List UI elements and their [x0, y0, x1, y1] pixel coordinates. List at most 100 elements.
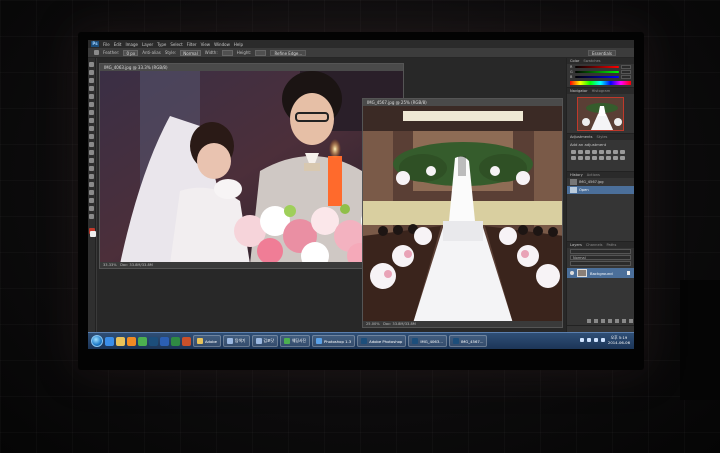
- tab-navigator[interactable]: Navigator: [570, 89, 588, 93]
- red-value-input[interactable]: [621, 64, 631, 69]
- menu-select[interactable]: Select: [170, 42, 182, 47]
- posterize-icon[interactable]: [599, 156, 604, 160]
- zoom-tool-icon[interactable]: [89, 214, 94, 219]
- feather-input[interactable]: 0 px: [123, 49, 139, 56]
- healing-tool-icon[interactable]: [89, 110, 94, 115]
- document-window-aisle[interactable]: IMG_4567.jpg @ 25% (RGB/8) 25.00% Doc: 3…: [362, 98, 563, 328]
- menu-type[interactable]: Type: [157, 42, 166, 47]
- gradient-map-icon[interactable]: [613, 156, 618, 160]
- link-layers-icon[interactable]: [587, 319, 591, 323]
- menu-help[interactable]: Help: [234, 42, 243, 47]
- marquee-tool-icon[interactable]: [89, 70, 94, 75]
- curves-icon[interactable]: [585, 150, 590, 154]
- document-window-couple[interactable]: IMG_4063.jpg @ 33.3% (RGB/8) 33.33% Doc:…: [99, 63, 404, 269]
- start-button[interactable]: [91, 335, 103, 347]
- path-select-tool-icon[interactable]: [89, 190, 94, 195]
- brightness-contrast-icon[interactable]: [571, 150, 576, 154]
- hue-saturation-icon[interactable]: [606, 150, 611, 154]
- explorer-icon[interactable]: [116, 336, 125, 346]
- red-slider[interactable]: [575, 65, 619, 68]
- history-snapshot[interactable]: IMG_4567.jpg: [567, 178, 634, 186]
- word-icon[interactable]: [160, 336, 169, 346]
- green-value-input[interactable]: [621, 69, 631, 74]
- background-color-swatch[interactable]: [90, 231, 96, 237]
- blue-value-input[interactable]: [621, 74, 631, 79]
- tab-histogram[interactable]: Histogram: [592, 89, 611, 93]
- blue-slider[interactable]: [575, 75, 619, 78]
- zoom-readout[interactable]: 25.00%: [366, 322, 380, 326]
- menu-image[interactable]: Image: [125, 42, 138, 47]
- taskbar-btn-adobe[interactable]: Adobe: [193, 335, 222, 347]
- lock-controls[interactable]: [570, 261, 631, 266]
- eye-icon[interactable]: [570, 271, 574, 275]
- quick-select-tool-icon[interactable]: [89, 86, 94, 91]
- threshold-icon[interactable]: [606, 156, 611, 160]
- new-layer-icon[interactable]: [622, 319, 626, 323]
- tab-layers[interactable]: Layers: [570, 243, 582, 247]
- tab-history[interactable]: History: [570, 173, 583, 177]
- color-lookup-icon[interactable]: [585, 156, 590, 160]
- brush-tool-icon[interactable]: [89, 118, 94, 123]
- eraser-tool-icon[interactable]: [89, 142, 94, 147]
- selective-color-icon[interactable]: [620, 156, 625, 160]
- zoom-readout[interactable]: 33.33%: [103, 263, 117, 267]
- media-player-icon[interactable]: [127, 336, 136, 346]
- width-input[interactable]: [221, 49, 233, 56]
- network-icon[interactable]: [586, 338, 591, 342]
- black-white-icon[interactable]: [620, 150, 625, 154]
- levels-icon[interactable]: [578, 150, 583, 154]
- tab-paths[interactable]: Paths: [607, 243, 617, 247]
- tab-color[interactable]: Color: [570, 59, 579, 63]
- marquee-tool-icon[interactable]: [94, 50, 99, 55]
- tab-actions[interactable]: Actions: [587, 173, 600, 177]
- dodge-tool-icon[interactable]: [89, 166, 94, 171]
- adjustment-layer-icon[interactable]: [608, 319, 612, 323]
- taskbar-btn-ps13[interactable]: Photoshop 1.3: [311, 335, 356, 347]
- height-input[interactable]: [255, 49, 267, 56]
- menu-file[interactable]: File: [103, 42, 110, 47]
- taskbar-btn-adobe-ps[interactable]: Adobe Photoshop: [357, 335, 407, 347]
- menu-view[interactable]: View: [201, 42, 211, 47]
- menu-window[interactable]: Window: [214, 42, 230, 47]
- blend-mode-select[interactable]: Normal: [570, 255, 631, 260]
- taskbar-btn-wedding[interactable]: 웨딩사진: [279, 335, 310, 347]
- shape-tool-icon[interactable]: [89, 198, 94, 203]
- eyedropper-tool-icon[interactable]: [89, 102, 94, 107]
- excel-icon[interactable]: [171, 336, 180, 346]
- tab-adjustments[interactable]: Adjustments: [570, 135, 593, 139]
- taskbar-btn-img4063[interactable]: IMG_4063...: [408, 335, 447, 347]
- taskbar-btn-kimpo[interactable]: 김포닷: [251, 335, 278, 347]
- navigator-preview[interactable]: [577, 97, 624, 131]
- color-spectrum-bar[interactable]: [570, 81, 631, 85]
- chrome-icon[interactable]: [138, 336, 147, 346]
- taskbar-btn-img4567[interactable]: IMG_4567...: [448, 335, 488, 347]
- photo-filter-icon[interactable]: [571, 156, 576, 160]
- photoshop-icon[interactable]: [149, 336, 158, 346]
- clock[interactable]: 오후 5:19 2014-06-06: [608, 335, 630, 345]
- tab-channels[interactable]: Channels: [586, 243, 603, 247]
- gradient-tool-icon[interactable]: [89, 150, 94, 155]
- pen-tool-icon[interactable]: [89, 174, 94, 179]
- hand-tool-icon[interactable]: [89, 206, 94, 211]
- blur-tool-icon[interactable]: [89, 158, 94, 163]
- color-balance-icon[interactable]: [613, 150, 618, 154]
- antialias-checkbox[interactable]: Anti-alias: [142, 50, 161, 55]
- volume-icon[interactable]: [593, 338, 598, 342]
- menu-edit[interactable]: Edit: [114, 42, 122, 47]
- powerpoint-icon[interactable]: [182, 336, 191, 346]
- menu-layer[interactable]: Layer: [142, 42, 153, 47]
- tab-swatches[interactable]: Swatches: [583, 59, 600, 63]
- layer-filter-select[interactable]: [570, 249, 631, 254]
- layer-style-icon[interactable]: [594, 319, 598, 323]
- vibrance-icon[interactable]: [599, 150, 604, 154]
- history-brush-tool-icon[interactable]: [89, 134, 94, 139]
- lasso-tool-icon[interactable]: [89, 78, 94, 83]
- exposure-icon[interactable]: [592, 150, 597, 154]
- language-icon[interactable]: [579, 338, 584, 342]
- document-tab[interactable]: IMG_4567.jpg @ 25% (RGB/8): [363, 99, 562, 106]
- flag-icon[interactable]: [600, 338, 605, 342]
- menu-filter[interactable]: Filter: [187, 42, 197, 47]
- type-tool-icon[interactable]: [89, 182, 94, 187]
- history-step-open[interactable]: Open: [567, 186, 634, 194]
- move-tool-icon[interactable]: [89, 62, 94, 67]
